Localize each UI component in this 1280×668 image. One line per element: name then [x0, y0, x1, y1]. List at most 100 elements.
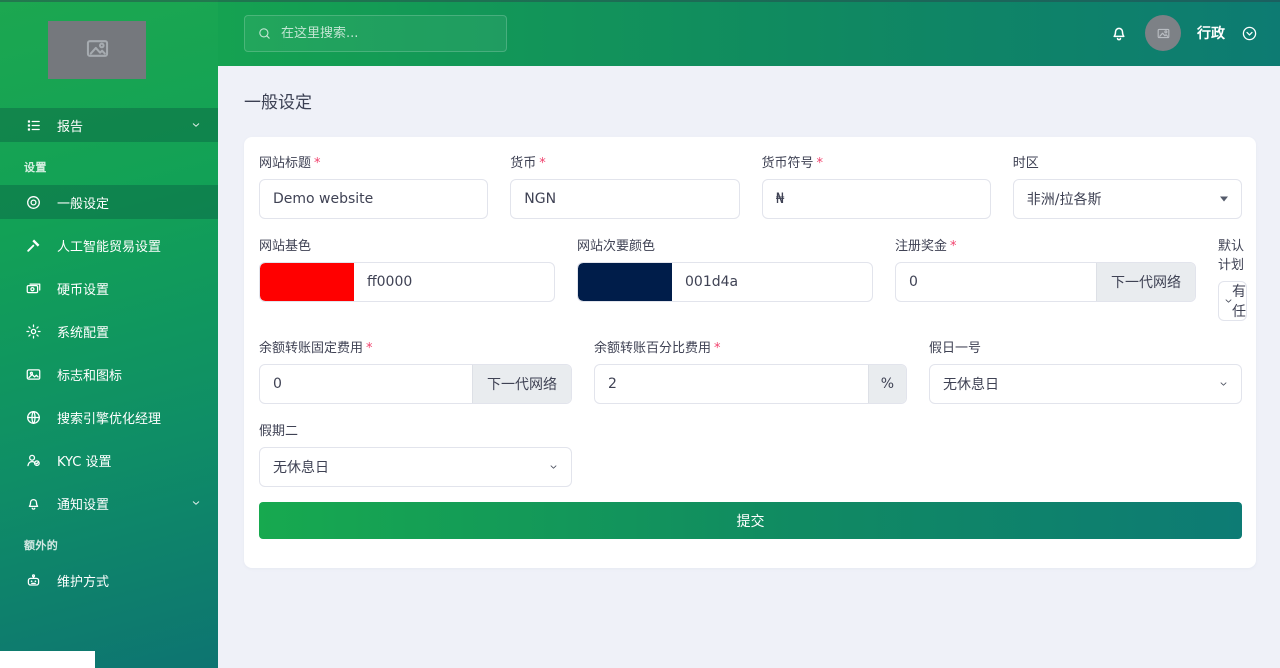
topbar: 行政: [218, 0, 1280, 66]
field-label: 货币*: [510, 152, 739, 171]
chevron-down-icon: [190, 119, 202, 131]
site-logo[interactable]: [48, 21, 146, 79]
settings-form-card: 网站标题* 货币* 货币符号* 时区 非洲/拉各斯 网站基色: [244, 137, 1256, 568]
field-base-color: 网站基色: [259, 235, 555, 321]
chevron-down-icon: [190, 497, 202, 509]
search-input[interactable]: [281, 26, 494, 41]
bell-icon: [25, 495, 42, 512]
secondary-color-swatch[interactable]: [578, 263, 672, 301]
user-name[interactable]: 行政: [1197, 23, 1225, 43]
holiday-two-select[interactable]: 无休息日: [259, 447, 572, 487]
sidebar-item-label: 一般设定: [57, 193, 109, 212]
sidebar-item-system-config[interactable]: 系统配置: [0, 314, 218, 348]
input-addon: 下一代网络: [472, 365, 571, 403]
sidebar-item-maintenance-mode[interactable]: 维护方式: [0, 563, 218, 597]
field-label: 网站标题*: [259, 152, 488, 171]
signup-bonus-input[interactable]: [896, 274, 1096, 290]
sidebar-item-reports[interactable]: 报告: [0, 108, 218, 142]
topbar-right: 行政: [1109, 15, 1258, 51]
select-value: 非洲/拉各斯: [1014, 189, 1102, 209]
required-mark: *: [714, 341, 721, 356]
sidebar-item-label: 硬币设置: [57, 279, 109, 298]
list-icon: [25, 117, 42, 134]
field-label: 货币符号*: [762, 152, 991, 171]
field-holiday-one: 假日一号 无休息日: [929, 337, 1242, 404]
field-label: 余额转账固定费用*: [259, 337, 572, 356]
image-icon: [25, 366, 42, 383]
sidebar-item-label: 系统配置: [57, 322, 109, 341]
sidebar-item-kyc-settings[interactable]: KYC 设置: [0, 443, 218, 477]
notifications-bell-icon[interactable]: [1109, 23, 1129, 43]
field-label: 余额转账百分比费用*: [594, 337, 907, 356]
form-row-1: 网站标题* 货币* 货币符号* 时区 非洲/拉各斯: [259, 152, 1242, 219]
field-default-plan: 默认计划 没有任何: [1218, 235, 1247, 321]
required-mark: *: [539, 156, 546, 171]
avatar[interactable]: [1145, 15, 1181, 51]
submit-button[interactable]: 提交: [259, 502, 1242, 539]
search-icon: [257, 26, 272, 41]
required-mark: *: [817, 156, 824, 171]
sidebar-item-general-settings[interactable]: 一般设定: [0, 185, 218, 219]
globe-icon: [25, 409, 42, 426]
hammer-icon: [25, 237, 42, 254]
sidebar-item-label: 标志和图标: [57, 365, 122, 384]
site-title-input[interactable]: [260, 191, 487, 207]
holiday-one-select[interactable]: 无休息日: [929, 364, 1242, 404]
coins-icon: [25, 280, 42, 297]
sidebar: 报告 设置 一般设定 人工智能贸易设置 硬币设置 系统配置 标志和图标 搜索引擎…: [0, 0, 218, 668]
page-title: 一般设定: [244, 88, 1280, 113]
sidebar-item-seo-manager[interactable]: 搜索引擎优化经理: [0, 400, 218, 434]
select-value: 无休息日: [260, 457, 329, 477]
transfer-percent-fee-input[interactable]: [595, 376, 868, 392]
field-currency-symbol: 货币符号*: [762, 152, 991, 219]
field-site-title: 网站标题*: [259, 152, 488, 219]
default-plan-select[interactable]: 没有任何: [1218, 281, 1247, 321]
sidebar-item-logo-icons[interactable]: 标志和图标: [0, 357, 218, 391]
sidebar-item-notification-settings[interactable]: 通知设置: [0, 486, 218, 520]
sidebar-item-coin-settings[interactable]: 硬币设置: [0, 271, 218, 305]
sidebar-item-label: 通知设置: [57, 494, 109, 513]
transfer-fixed-fee-input[interactable]: [260, 376, 472, 392]
field-label: 网站次要颜色: [577, 235, 873, 254]
base-color-swatch[interactable]: [260, 263, 354, 301]
timezone-select[interactable]: 非洲/拉各斯: [1013, 179, 1242, 219]
user-badge-icon: [25, 452, 42, 469]
field-transfer-percent-fee: 余额转账百分比费用* %: [594, 337, 907, 404]
main-content: 一般设定 网站标题* 货币* 货币符号* 时区 非洲/拉各斯: [218, 66, 1280, 668]
sidebar-item-label: 搜索引擎优化经理: [57, 408, 161, 427]
base-color-input[interactable]: [354, 274, 554, 290]
image-placeholder-icon: [84, 35, 111, 66]
target-icon: [25, 194, 42, 211]
currency-symbol-input[interactable]: [763, 191, 990, 207]
input-addon: 下一代网络: [1096, 263, 1195, 301]
image-placeholder-icon: [1156, 26, 1171, 41]
sidebar-section-settings: 设置: [0, 159, 218, 175]
field-holiday-two: 假期二 无休息日: [259, 420, 572, 487]
robot-icon: [25, 572, 42, 589]
sidebar-section-extra: 额外的: [0, 537, 218, 553]
field-signup-bonus: 注册奖金* 下一代网络: [895, 235, 1196, 321]
field-label: 假期二: [259, 420, 572, 439]
field-label: 网站基色: [259, 235, 555, 254]
sidebar-item-label: 报告: [57, 116, 83, 135]
sidebar-item-label: KYC 设置: [57, 451, 112, 470]
secondary-color-input[interactable]: [672, 274, 872, 290]
sidebar-item-label: 维护方式: [57, 571, 109, 590]
chevron-down-icon: [548, 462, 559, 473]
select-value: 无休息日: [930, 374, 999, 394]
user-menu-chevron-icon[interactable]: [1241, 25, 1258, 42]
status-tooltip-box: [0, 651, 95, 668]
search-box: [244, 15, 507, 52]
field-label: 假日一号: [929, 337, 1242, 356]
field-label: 时区: [1013, 152, 1242, 171]
required-mark: *: [366, 341, 373, 356]
field-currency: 货币*: [510, 152, 739, 219]
currency-input[interactable]: [511, 191, 738, 207]
field-label: 注册奖金*: [895, 235, 1196, 254]
sidebar-nav: 报告 设置 一般设定 人工智能贸易设置 硬币设置 系统配置 标志和图标 搜索引擎…: [0, 108, 218, 597]
caret-down-icon: [1220, 197, 1228, 202]
chevron-down-icon: [1223, 296, 1234, 307]
field-transfer-fixed-fee: 余额转账固定费用* 下一代网络: [259, 337, 572, 404]
sidebar-item-label: 人工智能贸易设置: [57, 236, 161, 255]
sidebar-item-ai-trade-settings[interactable]: 人工智能贸易设置: [0, 228, 218, 262]
